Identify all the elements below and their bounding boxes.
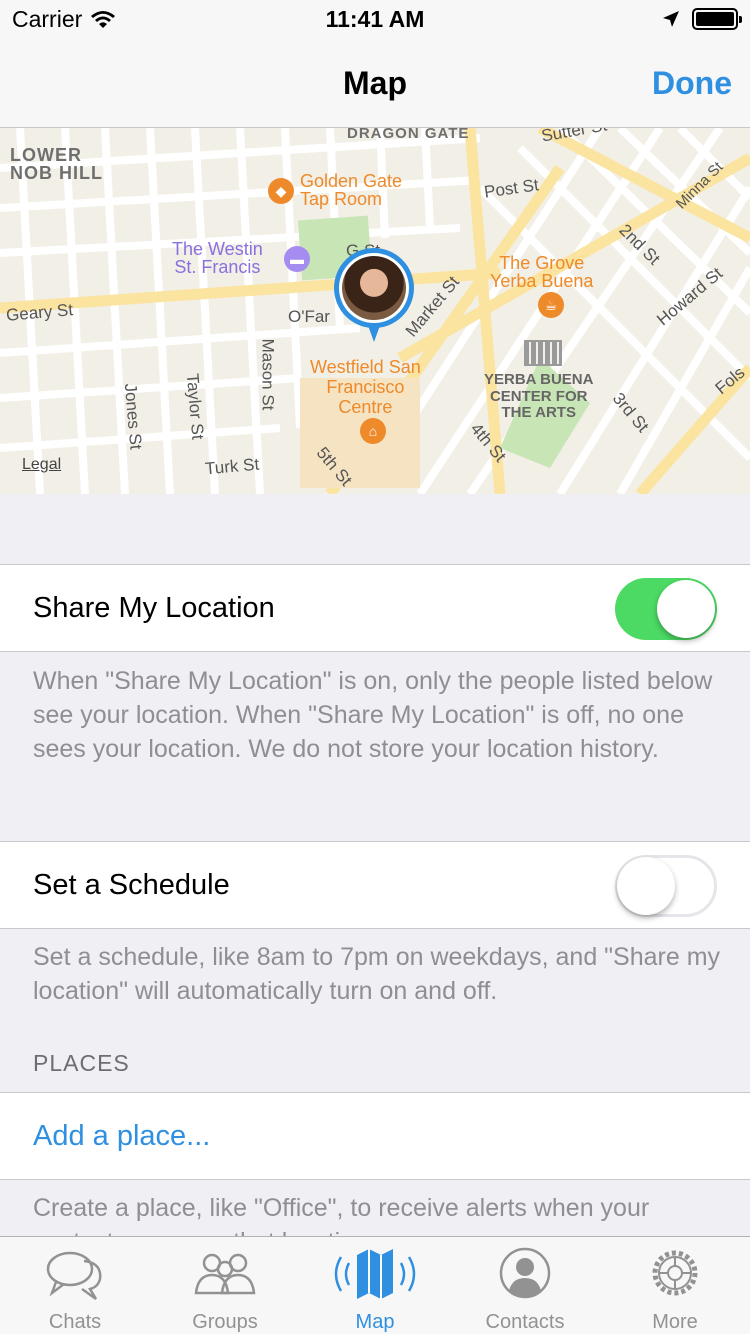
status-bar: Carrier 11:41 AM	[0, 0, 750, 40]
map-label-yerba-buena: YERBA BUENA CENTER FOR THE ARTS	[484, 371, 594, 421]
map-view[interactable]: LOWER NOB HILL DRAGON GATE Sutter St ◆ G…	[0, 128, 750, 494]
toggle-knob	[657, 580, 715, 638]
add-place-link[interactable]: Add a place...	[33, 1120, 210, 1153]
tab-map[interactable]: Map	[300, 1237, 450, 1334]
share-location-footer: When "Share My Location" is on, only the…	[33, 667, 713, 763]
schedule-cell: Set a Schedule	[0, 841, 750, 929]
location-arrow-icon	[663, 11, 679, 27]
tab-label: Chats	[48, 1311, 102, 1333]
add-place-cell[interactable]: Add a place...	[0, 1092, 750, 1180]
map-label-lower-nob-hill: LOWER NOB HILL	[10, 145, 103, 183]
map-label-mason: Mason St	[258, 338, 278, 411]
avatar	[342, 256, 406, 320]
share-location-toggle[interactable]	[615, 578, 717, 640]
tab-chats[interactable]: Chats	[0, 1237, 150, 1334]
map-label-grove: The Grove Yerba Buena	[490, 253, 594, 291]
share-location-label: Share My Location	[33, 592, 275, 624]
done-button[interactable]: Done	[652, 65, 732, 102]
tab-contacts[interactable]: Contacts	[450, 1237, 600, 1334]
tab-bar: Chats Groups Map Contacts More	[0, 1236, 750, 1334]
share-location-cell: Share My Location	[0, 564, 750, 652]
legal-link[interactable]: Legal	[22, 456, 61, 474]
tab-label: Contacts	[485, 1311, 565, 1333]
museum-poi-icon[interactable]	[522, 336, 564, 368]
cafe-poi-icon[interactable]: ☕	[538, 292, 564, 318]
screen: Carrier 11:41 AM Map Done LOWER NOB HILL…	[0, 0, 750, 1334]
map-label-golden-gate: Golden Gate Tap Room	[300, 171, 403, 209]
page-title: Map	[343, 65, 407, 101]
tab-more[interactable]: More	[600, 1237, 750, 1334]
chat-bubbles-icon	[46, 1251, 102, 1301]
gear-icon	[652, 1250, 698, 1296]
map-label-dragon-gate: DRAGON GATE	[347, 128, 470, 142]
tab-label: Groups	[192, 1311, 258, 1333]
map-label-westfield: Westfield San Francisco Centre	[310, 357, 421, 417]
status-right	[662, 8, 742, 30]
tab-label: More	[652, 1311, 698, 1333]
contact-icon	[499, 1247, 551, 1299]
pin-ring	[334, 248, 414, 328]
schedule-label: Set a Schedule	[33, 869, 230, 901]
battery-icon	[692, 8, 742, 30]
map-label-westin: The Westin St. Francis	[172, 239, 263, 277]
schedule-footer: Set a schedule, like 8am to 7pm on weekd…	[33, 943, 721, 1005]
tab-groups[interactable]: Groups	[150, 1237, 300, 1334]
user-location-pin[interactable]	[334, 248, 414, 358]
tab-label: Map	[355, 1311, 395, 1333]
places-header: PLACES	[33, 1050, 130, 1076]
navigation-bar: Map Done	[0, 40, 750, 128]
restaurant-poi-icon[interactable]: ◆	[268, 178, 294, 204]
schedule-toggle[interactable]	[615, 855, 717, 917]
hotel-poi-icon[interactable]: ▬	[284, 246, 310, 272]
groups-icon	[194, 1253, 256, 1295]
map-icon	[334, 1249, 416, 1299]
map-label-turk: Turk St	[204, 454, 260, 479]
status-time: 11:41 AM	[325, 6, 425, 32]
map-label-ofarrell: O'Far	[288, 307, 330, 326]
toggle-knob	[617, 857, 675, 915]
shopping-poi-icon[interactable]: ⌂	[360, 418, 386, 444]
